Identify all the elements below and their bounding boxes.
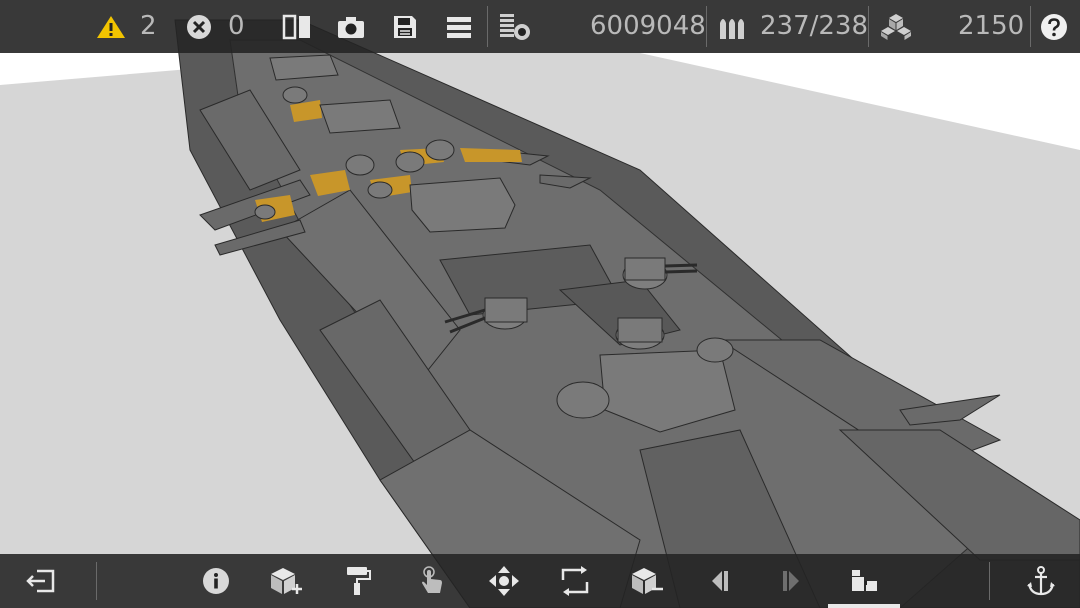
exit-button[interactable]: [14, 554, 68, 608]
rotate-icon: [561, 566, 589, 596]
menu-icon: [447, 16, 471, 38]
menu-button[interactable]: [446, 0, 472, 53]
prev-icon: [712, 571, 728, 591]
help-button[interactable]: [1040, 0, 1068, 53]
blocks-icon: [881, 13, 911, 40]
errors-indicator[interactable]: 0: [186, 0, 245, 53]
divider: [706, 6, 707, 47]
previous-button[interactable]: [693, 554, 747, 608]
exit-icon: [26, 569, 55, 593]
camera-icon: [338, 16, 364, 38]
divider: [487, 6, 488, 47]
errors-count: 0: [228, 11, 245, 41]
ammo-icon: [720, 18, 744, 39]
warning-icon: [97, 15, 125, 38]
mirror-icon: [282, 14, 310, 39]
cost-icon: [500, 13, 530, 40]
divider: [868, 6, 869, 47]
warnings-count: 2: [140, 11, 157, 41]
paint-button[interactable]: [331, 554, 385, 608]
top-status-bar: 2 0 6009048 237/238 2150: [0, 0, 1080, 53]
mirror-button[interactable]: [282, 0, 312, 53]
remove-block-icon: [632, 568, 663, 594]
weapons-mode-button[interactable]: [837, 554, 891, 608]
divider: [1030, 6, 1031, 47]
cost-indicator: [498, 0, 532, 53]
active-tool-indicator: [828, 604, 900, 608]
next-icon: [783, 571, 799, 591]
screenshot-button[interactable]: [336, 0, 366, 53]
paint-roller-icon: [347, 567, 371, 595]
remove-block-button[interactable]: [620, 554, 674, 608]
ammo-indicator: 237/238: [718, 0, 868, 53]
ammo-value: 237/238: [760, 11, 869, 41]
cost-value: 6009048: [590, 11, 706, 41]
info-icon: [203, 568, 229, 594]
help-icon: [1041, 13, 1067, 40]
add-block-icon: [271, 568, 302, 594]
add-block-button[interactable]: [259, 554, 313, 608]
anchor-icon: [1027, 566, 1055, 596]
cost-value-container: 6009048: [590, 0, 706, 53]
touch-select-icon: [422, 566, 442, 593]
divider: [96, 562, 97, 600]
rotate-button[interactable]: [548, 554, 602, 608]
blocks-indicator: [880, 0, 912, 53]
blocks-value-container: 2150: [958, 0, 1024, 53]
select-button[interactable]: [405, 554, 459, 608]
save-button[interactable]: [392, 0, 418, 53]
save-icon: [394, 15, 416, 38]
blocks-value: 2150: [958, 11, 1025, 41]
anchor-button[interactable]: [1014, 554, 1068, 608]
bottom-toolbar: [0, 554, 1080, 608]
divider: [989, 562, 990, 600]
weapons-mode-icon: [852, 570, 877, 591]
warnings-indicator[interactable]: 2: [96, 0, 157, 53]
move-icon: [489, 566, 519, 596]
ship-viewport[interactable]: [0, 0, 1080, 608]
error-icon: [187, 14, 211, 39]
next-button[interactable]: [764, 554, 818, 608]
info-button[interactable]: [189, 554, 243, 608]
move-button[interactable]: [477, 554, 531, 608]
